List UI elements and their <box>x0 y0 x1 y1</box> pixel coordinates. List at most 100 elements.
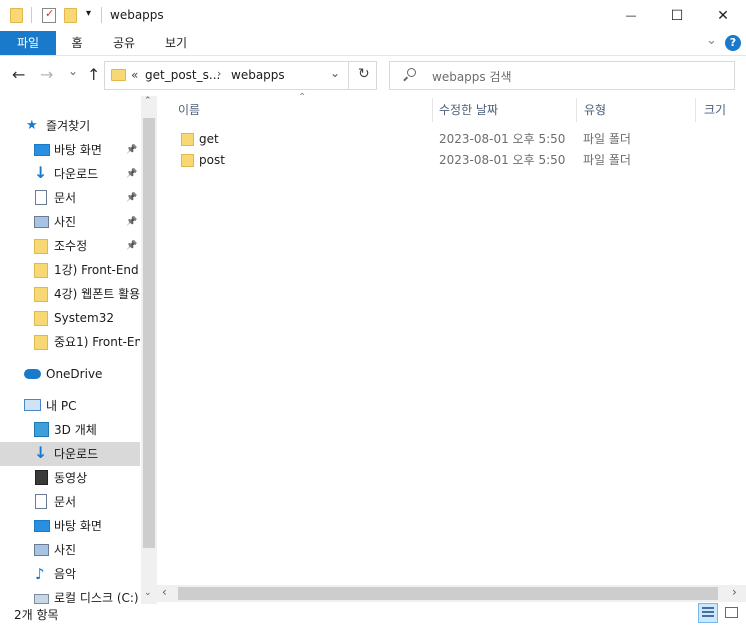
nav-item[interactable]: 바탕 화면 📌 <box>0 138 140 162</box>
file-row[interactable]: get 2023-08-01 오후 5:50 파일 폴더 <box>172 129 732 150</box>
address-bar[interactable]: « get_post_s... › webapps ⌄ ↻ <box>104 61 377 90</box>
breadcrumb-overflow[interactable]: « <box>131 68 138 82</box>
scroll-down-icon[interactable]: ⌄ <box>144 588 152 598</box>
scrollbar-thumb[interactable] <box>178 587 718 600</box>
nav-item[interactable]: 바탕 화면 <box>0 514 140 538</box>
tab-share[interactable]: 공유 <box>104 31 144 55</box>
breadcrumb-webapps[interactable]: webapps <box>231 68 285 82</box>
nav-item[interactable]: 4강) 웹폰트 활용 <box>0 282 140 306</box>
forward-button[interactable]: → <box>40 65 53 84</box>
up-button[interactable]: ↑ <box>87 65 100 84</box>
recent-locations-button[interactable]: ⌄ <box>68 64 78 78</box>
file-type: 파일 폴더 <box>583 153 631 167</box>
address-dropdown-button[interactable]: ⌄ <box>330 66 340 80</box>
close-button[interactable]: ✕ <box>700 0 746 31</box>
nav-label: 문서 <box>54 495 77 509</box>
folder-icon <box>34 263 48 278</box>
nav-item[interactable]: 사진 📌 <box>0 210 140 234</box>
music-icon: ♪ <box>35 565 45 583</box>
search-icon-handle <box>403 76 408 82</box>
nav-item[interactable]: 문서 📌 <box>0 186 140 210</box>
nav-label: 즐겨찾기 <box>46 119 91 133</box>
nav-this-pc[interactable]: 내 PC <box>0 394 140 418</box>
properties-icon[interactable]: ✓ <box>42 7 56 23</box>
nav-item[interactable]: 3D 개체 <box>0 418 140 442</box>
folder-icon <box>111 69 126 81</box>
pin-icon[interactable]: 📌 <box>126 138 137 162</box>
pin-icon[interactable]: 📌 <box>126 162 137 186</box>
column-header-size[interactable]: 크기 <box>704 96 726 124</box>
nav-label: 3D 개체 <box>54 423 97 437</box>
file-name: get <box>199 132 219 146</box>
breadcrumb-get-post[interactable]: get_post_s... <box>145 68 220 82</box>
tab-file[interactable]: 파일 <box>0 31 56 55</box>
nav-item[interactable]: 1강) Front-End 프 <box>0 258 140 282</box>
nav-item[interactable]: ↓ 다운로드 📌 <box>0 162 140 186</box>
pin-icon[interactable]: 📌 <box>126 210 137 234</box>
pin-icon[interactable]: 📌 <box>126 186 137 210</box>
address-row: ← → ⌄ ↑ « get_post_s... › webapps ⌄ ↻ we… <box>0 56 746 96</box>
nav-quick-access[interactable]: ★ 즐겨찾기 <box>0 114 140 138</box>
item-count: 2개 항목 <box>14 608 59 622</box>
details-view-button[interactable] <box>698 603 718 623</box>
folder-icon <box>181 154 194 167</box>
column-separator[interactable] <box>576 98 577 122</box>
minimize-button[interactable]: — <box>608 0 654 31</box>
nav-item[interactable]: ↓ 다운로드 <box>0 442 140 466</box>
tab-home[interactable]: 홈 <box>62 31 92 55</box>
scroll-left-icon[interactable]: ‹ <box>162 585 167 599</box>
pin-icon[interactable]: 📌 <box>126 234 137 258</box>
download-icon: ↓ <box>34 443 48 462</box>
nav-scrollbar[interactable]: ⌃ ⌄ <box>141 96 157 604</box>
nav-item[interactable]: System32 <box>0 306 140 330</box>
large-icons-view-button[interactable] <box>722 603 742 623</box>
nav-label: 사진 <box>54 215 77 229</box>
download-icon: ↓ <box>34 163 48 182</box>
scrollbar-thumb[interactable] <box>143 118 155 548</box>
nav-label: 조수정 <box>54 239 88 253</box>
maximize-button[interactable]: ☐ <box>654 0 700 31</box>
nav-item[interactable]: 중요1) Front-End <box>0 330 140 354</box>
nav-label: 바탕 화면 <box>54 519 102 533</box>
column-header-date[interactable]: 수정한 날짜 <box>439 96 498 124</box>
star-icon: ★ <box>26 118 38 133</box>
help-icon[interactable]: ? <box>725 35 741 51</box>
column-separator[interactable] <box>695 98 696 122</box>
file-name: post <box>199 153 225 167</box>
folder-icon <box>181 133 194 146</box>
back-button[interactable]: ← <box>12 65 25 84</box>
nav-item[interactable]: 사진 <box>0 538 140 562</box>
nav-item[interactable]: 조수정 📌 <box>0 234 140 258</box>
tab-view[interactable]: 보기 <box>156 31 196 55</box>
desktop-icon <box>34 520 50 532</box>
video-icon <box>35 470 48 485</box>
search-placeholder: webapps 검색 <box>432 70 512 84</box>
nav-label: System32 <box>54 311 115 325</box>
nav-item[interactable]: ♪ 음악 <box>0 562 140 586</box>
expand-ribbon-icon[interactable]: ⌄ <box>706 33 717 48</box>
search-box[interactable]: webapps 검색 <box>389 61 735 90</box>
scroll-right-icon[interactable]: › <box>732 585 737 599</box>
nav-label: 1강) Front-End 프 <box>54 263 140 277</box>
refresh-button[interactable]: ↻ <box>358 66 370 82</box>
nav-item[interactable]: 문서 <box>0 490 140 514</box>
new-folder-icon[interactable] <box>64 8 77 23</box>
column-header-type[interactable]: 유형 <box>584 96 606 124</box>
nav-label: 다운로드 <box>54 447 99 461</box>
file-date: 2023-08-01 오후 5:50 <box>439 153 566 167</box>
nav-label: 음악 <box>54 567 77 581</box>
file-type: 파일 폴더 <box>583 132 631 146</box>
nav-label: 동영상 <box>54 471 88 485</box>
details-view-icon <box>702 607 714 619</box>
nav-item[interactable]: 동영상 <box>0 466 140 490</box>
folder-icon <box>10 8 23 23</box>
horizontal-scrollbar[interactable]: ‹ › <box>157 585 746 602</box>
column-header-name[interactable]: 이름 <box>178 96 200 124</box>
customize-quick-access-icon[interactable]: ▾ <box>86 8 91 19</box>
cloud-icon <box>24 369 41 379</box>
pictures-icon <box>34 544 49 556</box>
nav-onedrive[interactable]: OneDrive <box>0 362 140 386</box>
column-separator[interactable] <box>432 98 433 122</box>
file-row[interactable]: post 2023-08-01 오후 5:50 파일 폴더 <box>172 150 732 171</box>
scroll-up-icon[interactable]: ⌃ <box>144 96 152 106</box>
